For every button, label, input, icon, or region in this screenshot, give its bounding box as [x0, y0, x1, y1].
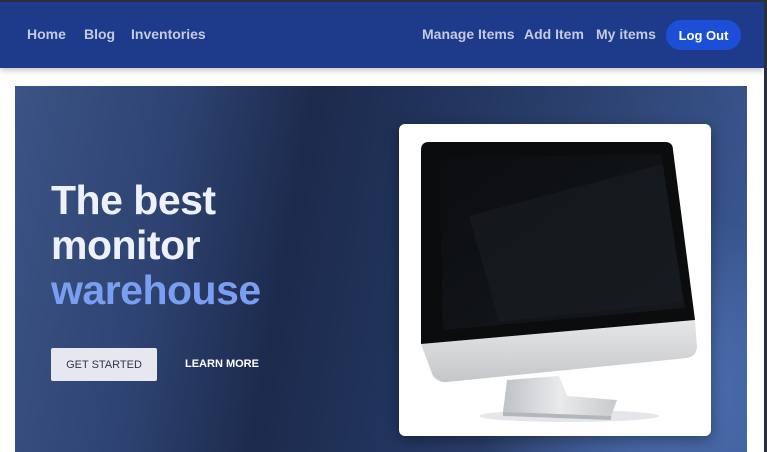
logout-button[interactable]: Log Out	[666, 20, 741, 50]
nav-link-manage-items[interactable]: Manage Items	[422, 26, 515, 42]
top-navbar: Home Blog Inventories Manage Items Add I…	[0, 2, 764, 68]
nav-link-blog[interactable]: Blog	[84, 26, 115, 42]
learn-more-link[interactable]: LEARN MORE	[185, 358, 259, 370]
nav-link-my-items[interactable]: My items	[596, 26, 656, 42]
nav-link-inventories[interactable]: Inventories	[131, 26, 206, 42]
get-started-button[interactable]: GET STARTED	[51, 348, 157, 381]
product-image-card	[399, 124, 711, 436]
monitor-icon	[421, 142, 697, 422]
nav-link-add-item[interactable]: Add Item	[524, 26, 584, 42]
nav-link-home[interactable]: Home	[27, 26, 66, 42]
hero-title-line-2: monitor	[51, 222, 201, 268]
hero-title: The best monitor warehouse	[51, 178, 261, 313]
hero-title-accent: warehouse	[51, 267, 261, 313]
browser-viewport: Home Blog Inventories Manage Items Add I…	[0, 0, 767, 452]
hero-title-line-1: The best	[51, 177, 216, 223]
hero-banner: The best monitor warehouse GET STARTED L…	[15, 86, 747, 452]
